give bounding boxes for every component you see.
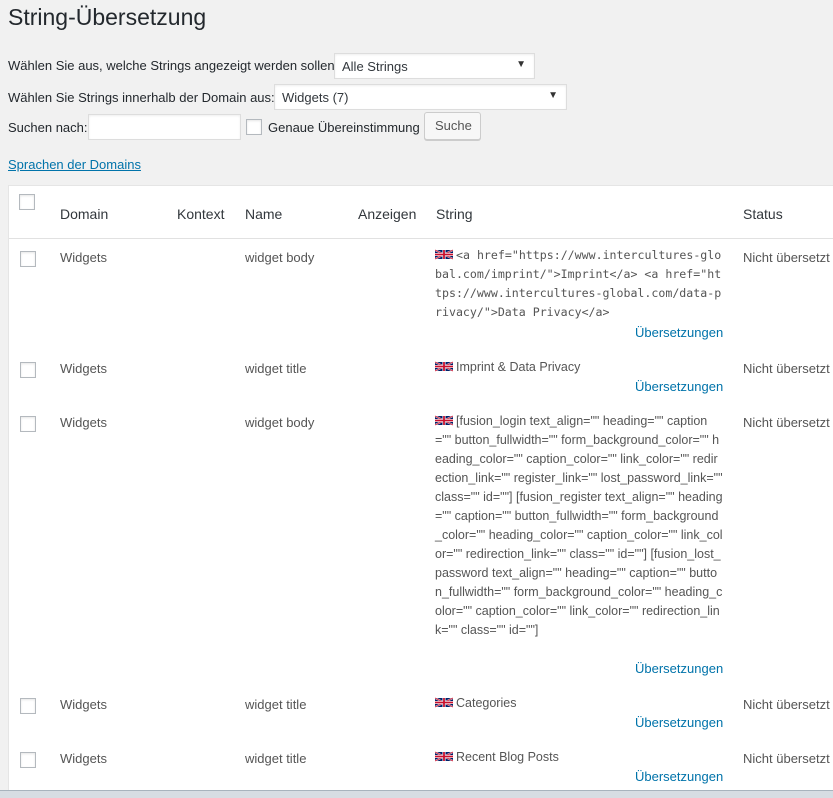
column-header-view: Anzeigen — [358, 206, 417, 222]
uk-flag-icon — [435, 751, 453, 762]
row-status: Nicht übersetzt — [743, 250, 830, 265]
exact-match-checkbox[interactable] — [246, 119, 262, 135]
strings-table: Domain Kontext Name Anzeigen String Stat… — [8, 185, 833, 795]
translations-link[interactable]: Übersetzungen — [635, 379, 723, 394]
row-checkbox[interactable] — [20, 752, 36, 768]
show-strings-value: Alle Strings — [342, 59, 408, 74]
domain-label: Wählen Sie Strings innerhalb der Domain … — [8, 90, 275, 105]
domain-value: Widgets (7) — [282, 90, 349, 105]
row-domain: Widgets — [60, 361, 107, 376]
row-domain: Widgets — [60, 697, 107, 712]
search-label: Suchen nach: — [8, 120, 88, 135]
translations-link[interactable]: Übersetzungen — [635, 661, 723, 676]
row-string: Recent Blog Posts — [435, 748, 723, 767]
domain-select[interactable]: Widgets (7) ▼ — [274, 84, 567, 110]
row-name: widget title — [245, 751, 307, 766]
row-string: <a href="https://www.intercultures-globa… — [435, 248, 722, 319]
search-input[interactable] — [88, 114, 241, 140]
row-domain: Widgets — [60, 415, 107, 430]
row-domain: Widgets — [60, 751, 107, 766]
uk-flag-icon — [435, 361, 453, 372]
uk-flag-icon — [435, 249, 453, 260]
column-header-status[interactable]: Status — [743, 206, 783, 222]
column-header-context[interactable]: Kontext — [177, 206, 224, 222]
search-button[interactable]: Suche — [424, 112, 481, 140]
translations-link[interactable]: Übersetzungen — [635, 769, 723, 784]
translations-link[interactable]: Übersetzungen — [635, 715, 723, 730]
select-all-checkbox[interactable] — [19, 194, 35, 210]
domain-languages-link[interactable]: Sprachen der Domains — [8, 157, 141, 172]
header-divider — [9, 238, 833, 239]
caret-down-icon: ▼ — [516, 59, 526, 70]
caret-down-icon: ▼ — [548, 90, 558, 101]
row-string: [fusion_login text_align="" heading="" c… — [435, 414, 723, 637]
row-status: Nicht übersetzt — [743, 697, 830, 712]
uk-flag-icon — [435, 415, 453, 426]
column-header-string[interactable]: String — [436, 206, 473, 222]
row-domain: Widgets — [60, 250, 107, 265]
row-status: Nicht übersetzt — [743, 415, 830, 430]
column-header-name[interactable]: Name — [245, 206, 282, 222]
row-name: widget title — [245, 361, 307, 376]
row-status: Nicht übersetzt — [743, 361, 830, 376]
show-strings-label: Wählen Sie aus, welche Strings angezeigt… — [8, 58, 339, 73]
row-name: widget body — [245, 250, 315, 265]
show-strings-select[interactable]: Alle Strings ▼ — [334, 53, 535, 79]
row-checkbox[interactable] — [20, 698, 36, 714]
column-header-domain[interactable]: Domain — [60, 206, 108, 222]
row-checkbox[interactable] — [20, 362, 36, 378]
row-checkbox[interactable] — [20, 416, 36, 432]
row-status: Nicht übersetzt — [743, 751, 830, 766]
row-string: Imprint & Data Privacy — [435, 358, 723, 377]
row-checkbox[interactable] — [20, 251, 36, 267]
exact-match-label: Genaue Übereinstimmung — [268, 120, 420, 135]
translations-link[interactable]: Übersetzungen — [635, 325, 723, 340]
row-name: widget body — [245, 415, 315, 430]
row-name: widget title — [245, 697, 307, 712]
row-string: Categories — [435, 694, 723, 713]
uk-flag-icon — [435, 697, 453, 708]
page-title: String-Übersetzung — [8, 4, 207, 30]
